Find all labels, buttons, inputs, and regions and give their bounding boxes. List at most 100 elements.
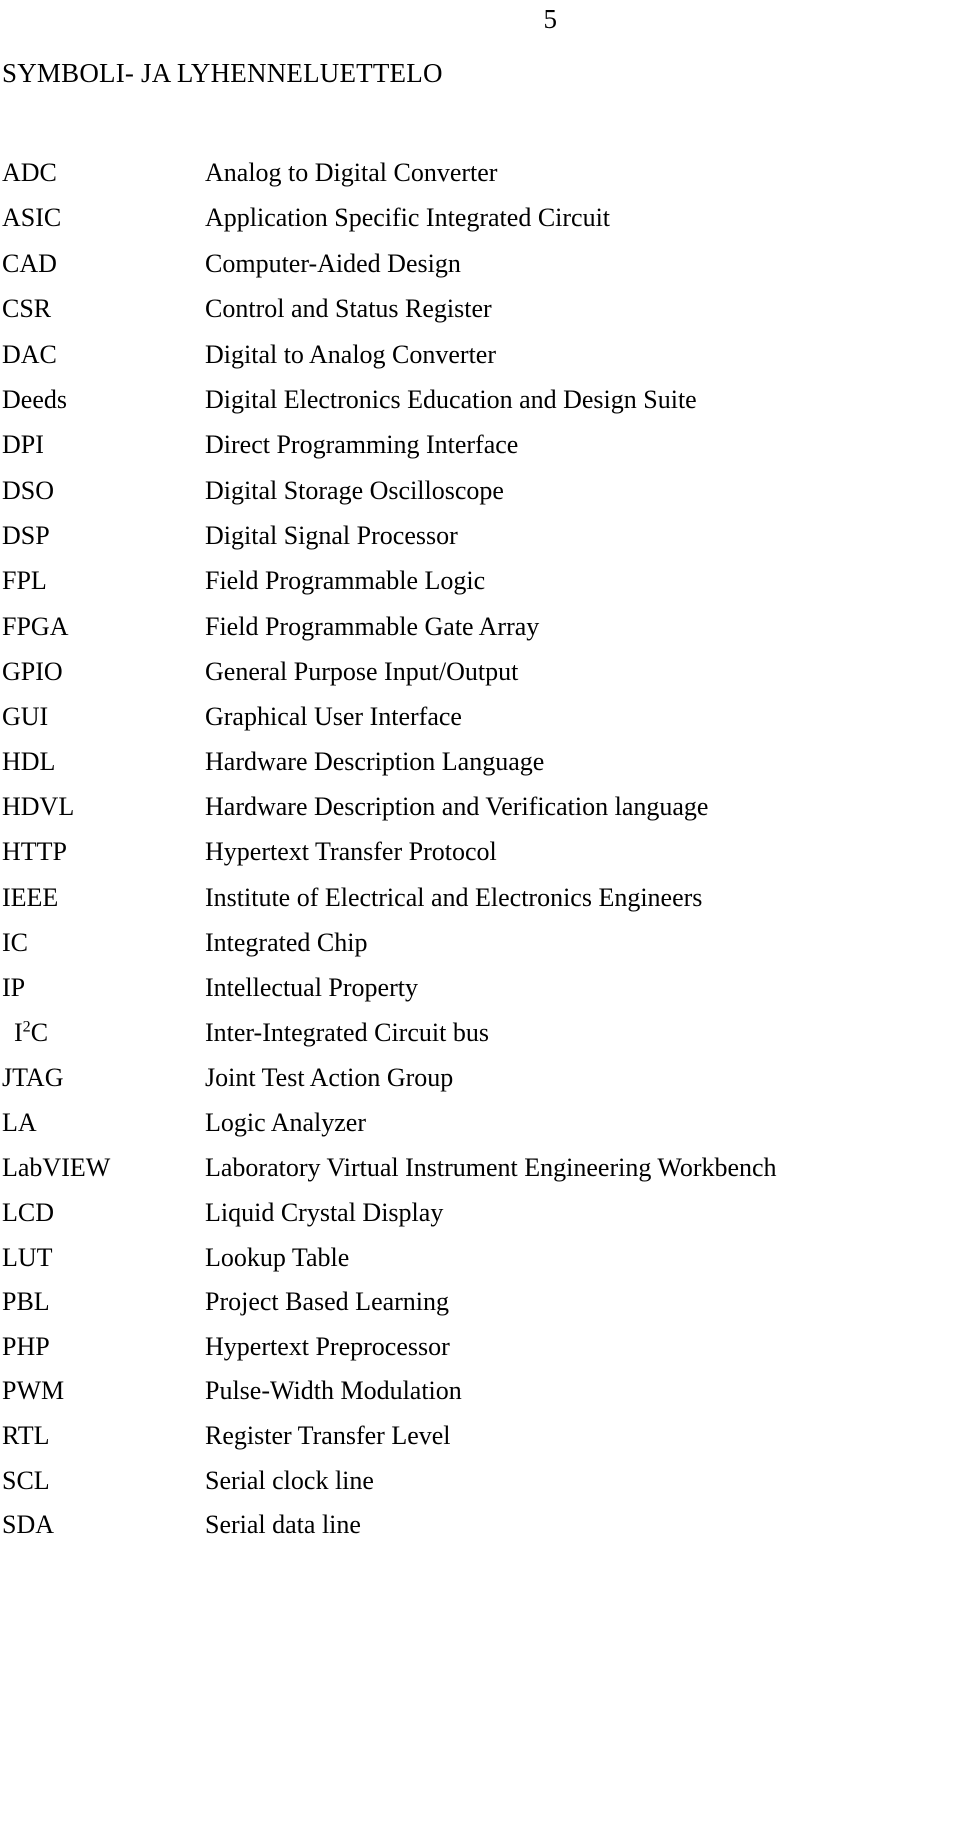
abbreviation-definition: Logic Analyzer bbox=[205, 1107, 366, 1137]
abbreviation-term: ASIC bbox=[2, 203, 62, 233]
glossary-row: I2C Inter-Integrated Circuit bus bbox=[0, 1018, 960, 1063]
abbreviation-term-superscript: 2 bbox=[22, 1017, 31, 1035]
abbreviation-term-base: I bbox=[14, 1017, 23, 1047]
abbreviation-term: RTL bbox=[2, 1421, 50, 1450]
abbreviation-definition: Digital Electronics Education and Design… bbox=[205, 384, 697, 414]
abbreviation-term: SDA bbox=[2, 1510, 55, 1540]
abbreviation-definition: Computer-Aided Design bbox=[205, 248, 461, 278]
abbreviation-term: LUT bbox=[2, 1242, 53, 1272]
glossary-row: LCD Liquid Crystal Display bbox=[0, 1198, 960, 1243]
abbreviation-definition: Hardware Description and Verification la… bbox=[205, 792, 709, 822]
abbreviation-definition: Digital Storage Oscilloscope bbox=[205, 475, 504, 505]
abbreviation-definition: Serial data line bbox=[205, 1510, 361, 1540]
abbreviation-definition: Analog to Digital Converter bbox=[205, 158, 498, 187]
abbreviation-term: JTAG bbox=[2, 1062, 64, 1092]
abbreviation-term: PWM bbox=[2, 1376, 65, 1406]
glossary-row: PHP Hypertext Preprocessor bbox=[0, 1332, 960, 1377]
glossary-row: Deeds Digital Electronics Education and D… bbox=[0, 385, 960, 430]
abbreviation-term: DAC bbox=[2, 339, 57, 369]
abbreviation-term: LCD bbox=[2, 1197, 54, 1227]
glossary-row: ADC Analog to Digital Converter bbox=[0, 158, 960, 203]
glossary-row: CAD Computer-Aided Design bbox=[0, 249, 960, 294]
abbreviation-term: LA bbox=[2, 1107, 37, 1137]
glossary-row: IC Integrated Chip bbox=[0, 928, 960, 973]
abbreviation-definition: Application Specific Integrated Circuit bbox=[205, 203, 611, 233]
abbreviation-term: DSO bbox=[2, 475, 55, 505]
abbreviation-definition: Institute of Electrical and Electronics … bbox=[205, 882, 703, 912]
abbreviation-definition: Joint Test Action Group bbox=[205, 1062, 454, 1092]
abbreviation-definition: Graphical User Interface bbox=[205, 701, 462, 731]
abbreviation-term: IC bbox=[2, 927, 28, 957]
abbreviation-definition: Pulse-Width Modulation bbox=[205, 1376, 462, 1406]
abbreviation-term: CSR bbox=[2, 294, 52, 324]
abbreviation-term: HTTP bbox=[2, 837, 67, 867]
abbreviation-term: LabVIEW bbox=[2, 1152, 111, 1182]
abbreviation-term: DSP bbox=[2, 521, 50, 551]
abbreviation-term: IP bbox=[2, 972, 26, 1002]
glossary-row: FPGA Field Programmable Gate Array bbox=[0, 612, 960, 657]
abbreviation-definition: Lookup Table bbox=[205, 1242, 350, 1272]
abbreviation-term: PBL bbox=[2, 1287, 50, 1317]
glossary-row: HDVL Hardware Description and Verificatio… bbox=[0, 792, 960, 837]
abbreviation-term: I2C bbox=[0, 1018, 205, 1048]
abbreviation-definition: Hardware Description Language bbox=[205, 747, 545, 777]
glossary-row: PWM Pulse-Width Modulation bbox=[0, 1376, 960, 1421]
glossary-row: HTTP Hypertext Transfer Protocol bbox=[0, 837, 960, 882]
abbreviation-term: ADC bbox=[2, 158, 57, 187]
glossary-row: ASIC Application Specific Integrated Circ… bbox=[0, 203, 960, 248]
abbreviation-definition: Laboratory Virtual Instrument Engineerin… bbox=[205, 1152, 777, 1182]
abbreviation-definition: Control and Status Register bbox=[205, 294, 492, 324]
glossary-row: LUT Lookup Table bbox=[0, 1243, 960, 1288]
glossary-row: LA Logic Analyzer bbox=[0, 1108, 960, 1153]
abbreviation-term: SCL bbox=[2, 1465, 50, 1495]
abbreviation-definition: Integrated Chip bbox=[205, 927, 368, 957]
page-title: SYMBOLI- JA LYHENNELUETTELO bbox=[2, 58, 443, 88]
abbreviation-definition: Field Programmable Logic bbox=[205, 566, 486, 596]
abbreviation-definition: Project Based Learning bbox=[205, 1287, 450, 1317]
abbreviation-term: DPI bbox=[2, 430, 44, 460]
glossary-row: HDL Hardware Description Language bbox=[0, 747, 960, 792]
abbreviation-definition: Liquid Crystal Display bbox=[205, 1197, 444, 1227]
glossary-row: RTL Register Transfer Level bbox=[0, 1421, 960, 1466]
abbreviation-definition: Inter-Integrated Circuit bus bbox=[205, 1017, 489, 1047]
abbreviation-term-tail: C bbox=[30, 1017, 49, 1047]
glossary-row: IP Intellectual Property bbox=[0, 973, 960, 1018]
abbreviation-definition: Digital Signal Processor bbox=[205, 521, 458, 551]
abbreviation-term: HDVL bbox=[2, 792, 75, 822]
page-number: 5 bbox=[543, 4, 558, 34]
document-page: 5 SYMBOLI- JA LYHENNELUETTELO ADC Analog … bbox=[0, 0, 960, 1847]
abbreviation-term: HDL bbox=[2, 747, 56, 777]
glossary-row: SDA Serial data line bbox=[0, 1510, 960, 1555]
abbreviation-term: PHP bbox=[2, 1331, 50, 1361]
abbreviation-term: FPGA bbox=[2, 611, 69, 641]
glossary-row: PBL Project Based Learning bbox=[0, 1287, 960, 1332]
glossary-row: GPIO General Purpose Input/Output bbox=[0, 657, 960, 702]
abbreviation-definition: Serial clock line bbox=[205, 1465, 374, 1495]
glossary-row: CSR Control and Status Register bbox=[0, 294, 960, 339]
abbreviation-definition: Field Programmable Gate Array bbox=[205, 611, 540, 641]
abbreviation-term: CAD bbox=[2, 248, 57, 278]
abbreviation-definition: Digital to Analog Converter bbox=[205, 339, 497, 369]
abbreviation-definition: Intellectual Property bbox=[205, 972, 418, 1002]
abbreviation-term: GUI bbox=[2, 701, 49, 731]
abbreviation-term: FPL bbox=[2, 566, 47, 596]
glossary-row: SCL Serial clock line bbox=[0, 1466, 960, 1511]
glossary-row: FPL Field Programmable Logic bbox=[0, 566, 960, 611]
glossary-row: LabVIEW Laboratory Virtual Instrument Eng… bbox=[0, 1153, 960, 1198]
abbreviation-definition: Register Transfer Level bbox=[205, 1421, 451, 1450]
abbreviation-term: Deeds bbox=[2, 384, 67, 414]
glossary-row: DAC Digital to Analog Converter bbox=[0, 340, 960, 385]
glossary-row: DSP Digital Signal Processor bbox=[0, 521, 960, 566]
abbreviation-definition: General Purpose Input/Output bbox=[205, 656, 519, 686]
abbreviation-term: GPIO bbox=[2, 656, 63, 686]
glossary-row: DPI Direct Programming Interface bbox=[0, 430, 960, 475]
glossary-row: IEEE Institute of Electrical and Electron… bbox=[0, 883, 960, 928]
abbreviation-term: IEEE bbox=[2, 882, 59, 912]
abbreviation-definition: Hypertext Preprocessor bbox=[205, 1331, 450, 1361]
abbreviation-definition: Direct Programming Interface bbox=[205, 430, 519, 460]
abbreviation-definition: Hypertext Transfer Protocol bbox=[205, 837, 497, 867]
glossary-row: GUI Graphical User Interface bbox=[0, 702, 960, 747]
abbreviation-list: ADC Analog to Digital Converter ASIC Applic… bbox=[0, 158, 960, 1555]
glossary-row: DSO Digital Storage Oscilloscope bbox=[0, 476, 960, 521]
glossary-row: JTAG Joint Test Action Group bbox=[0, 1063, 960, 1108]
